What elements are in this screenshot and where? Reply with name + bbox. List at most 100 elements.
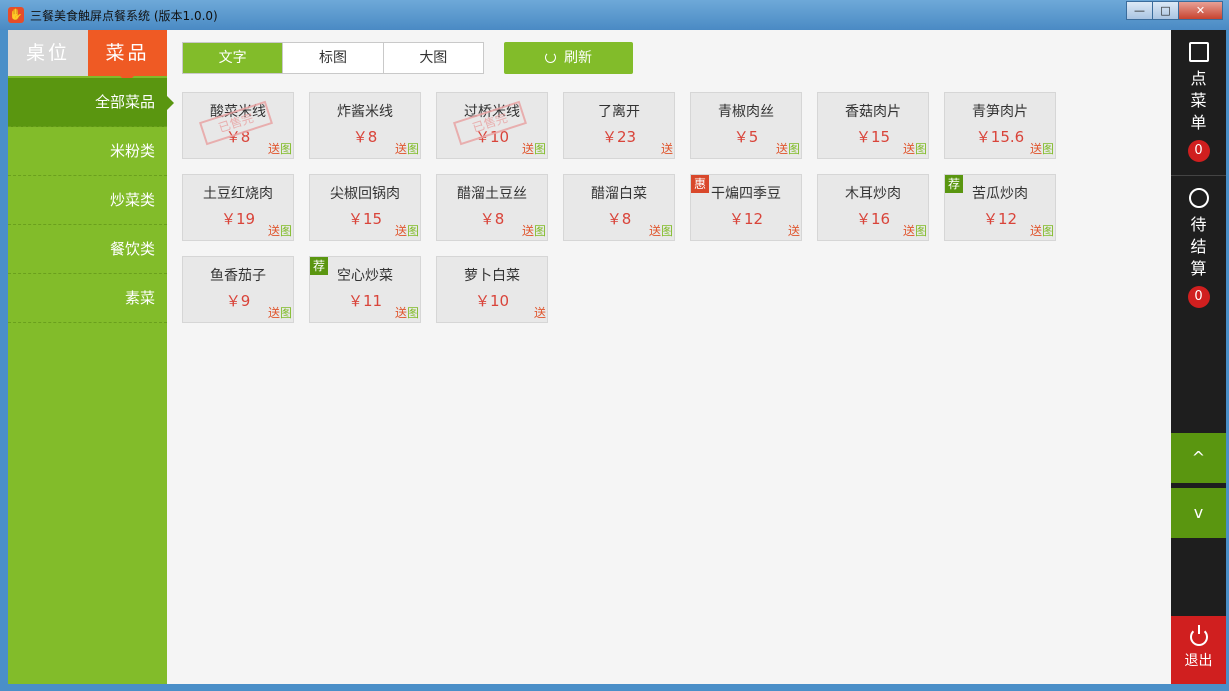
image-tag: 图	[279, 224, 292, 238]
dish-card[interactable]: 青椒肉丝 ￥5 送图	[690, 92, 802, 159]
dish-tags: 送图	[522, 222, 546, 239]
category-all-dishes[interactable]: 全部菜品	[8, 78, 174, 127]
edit-icon	[1188, 42, 1209, 62]
dish-tags: 送图	[903, 140, 927, 157]
scroll-down-button[interactable]: v	[1171, 488, 1226, 538]
scroll-up-button[interactable]: ^	[1171, 433, 1226, 483]
dish-card[interactable]: 尖椒回锅肉 ￥15 送图	[309, 174, 421, 241]
dish-card[interactable]: 荐空心炒菜 ￥11 送图	[309, 256, 421, 323]
dish-tags: 送图	[268, 222, 292, 239]
dish-tags: 送	[534, 304, 546, 321]
exit-label: 退出	[1184, 653, 1213, 669]
dish-name: 干煸四季豆	[711, 186, 781, 202]
dish-card[interactable]: 惠干煸四季豆 ￥12 送	[690, 174, 802, 241]
view-tab-large-image[interactable]: 大图	[384, 43, 483, 73]
dish-price: ￥23	[601, 128, 637, 146]
dish-tags: 送图	[1030, 222, 1054, 239]
dish-tags: 送图	[1030, 140, 1054, 157]
delivery-tag: 送	[533, 306, 546, 320]
dish-name: 苦瓜炒肉	[972, 186, 1028, 202]
dish-name: 青笋肉片	[972, 104, 1028, 120]
money-bag-icon	[1188, 188, 1209, 208]
pending-label: 待结算	[1190, 215, 1207, 278]
delivery-tag: 送	[902, 142, 915, 156]
dish-card[interactable]: 木耳炒肉 ￥16 送图	[817, 174, 929, 241]
category-stir-fry[interactable]: 炒菜类	[8, 176, 167, 225]
order-count-badge: 0	[1187, 140, 1210, 162]
dish-tags: 送图	[522, 140, 546, 157]
left-sidebar: 桌位 菜品 全部菜品 米粉类 炒菜类 餐饮类 素菜	[8, 30, 174, 684]
delivery-tag: 送	[648, 224, 661, 238]
category-rice-noodles[interactable]: 米粉类	[8, 127, 167, 176]
delivery-tag: 送	[267, 142, 280, 156]
image-tag: 图	[914, 142, 927, 156]
dish-name: 土豆红烧肉	[203, 186, 273, 202]
dish-price: ￥12	[728, 210, 764, 228]
image-tag: 图	[533, 142, 546, 156]
image-tag: 图	[406, 142, 419, 156]
dish-card[interactable]: 萝卜白菜 ￥10 送	[436, 256, 548, 323]
image-tag: 图	[914, 224, 927, 238]
category-meals[interactable]: 餐饮类	[8, 225, 167, 274]
image-tag: 图	[1041, 224, 1054, 238]
dish-tags: 送图	[268, 304, 292, 321]
dish-name: 青椒肉丝	[718, 104, 774, 120]
delivery-tag: 送	[394, 224, 407, 238]
dish-price: ￥10	[474, 292, 510, 310]
dish-card[interactable]: 酸菜米线 ￥8 已售完 送图	[182, 92, 294, 159]
right-divider	[1171, 175, 1226, 176]
delivery-tag: 送	[787, 224, 800, 238]
dish-card[interactable]: 醋溜土豆丝 ￥8 送图	[436, 174, 548, 241]
order-list-label: 点菜单	[1190, 69, 1207, 132]
dish-name: 炸酱米线	[337, 104, 393, 120]
pending-settlement-button[interactable]: 待结算 0	[1171, 188, 1226, 308]
dish-tags: 送图	[649, 222, 673, 239]
maximize-button[interactable]: □	[1152, 1, 1179, 20]
image-tag: 图	[660, 224, 673, 238]
delivery-tag: 送	[521, 142, 534, 156]
dish-card[interactable]: 了离开 ￥23 送	[563, 92, 675, 159]
view-mode-tabs: 文字 标图 大图	[182, 42, 484, 74]
dish-tags: 送图	[395, 304, 419, 321]
refresh-icon	[545, 52, 556, 63]
dish-name: 醋溜土豆丝	[457, 186, 527, 202]
dish-name: 尖椒回锅肉	[330, 186, 400, 202]
order-list-button[interactable]: 点菜单 0	[1171, 42, 1226, 162]
dish-tags: 送图	[395, 222, 419, 239]
dish-card[interactable]: 土豆红烧肉 ￥19 送图	[182, 174, 294, 241]
image-tag: 图	[279, 306, 292, 320]
minimize-button[interactable]: —	[1126, 1, 1153, 20]
pending-count-badge: 0	[1187, 286, 1210, 308]
dish-tags: 送图	[268, 140, 292, 157]
refresh-button[interactable]: 刷新	[504, 42, 633, 74]
dish-tags: 送图	[776, 140, 800, 157]
dish-name: 萝卜白菜	[464, 268, 520, 284]
delivery-tag: 送	[267, 306, 280, 320]
delivery-tag: 送	[1029, 142, 1042, 156]
image-tag: 图	[406, 224, 419, 238]
tab-dishes[interactable]: 菜品	[88, 30, 167, 83]
power-icon	[1189, 625, 1208, 646]
dish-card[interactable]: 青笋肉片 ￥15.6 送图	[944, 92, 1056, 159]
title-bar: ✋ 三餐美食触屏点餐系统 (版本1.0.0) — □ ✕	[0, 0, 1229, 30]
dish-name: 了离开	[598, 104, 640, 120]
delivery-tag: 送	[1029, 224, 1042, 238]
close-button[interactable]: ✕	[1178, 1, 1223, 20]
dish-card[interactable]: 鱼香茄子 ￥9 送图	[182, 256, 294, 323]
window-title: 三餐美食触屏点餐系统 (版本1.0.0)	[30, 9, 218, 23]
dish-card[interactable]: 炸酱米线 ￥8 送图	[309, 92, 421, 159]
dish-card[interactable]: 荐苦瓜炒肉 ￥12 送图	[944, 174, 1056, 241]
view-tab-text[interactable]: 文字	[183, 43, 284, 73]
dish-tags: 送	[788, 222, 800, 239]
category-vegetables[interactable]: 素菜	[8, 274, 167, 323]
dish-card[interactable]: 过桥米线 ￥10 已售完 送图	[436, 92, 548, 159]
tab-tables[interactable]: 桌位	[8, 30, 88, 76]
dish-card[interactable]: 醋溜白菜 ￥8 送图	[563, 174, 675, 241]
dish-name: 木耳炒肉	[845, 186, 901, 202]
view-tab-thumbnail[interactable]: 标图	[283, 43, 384, 73]
exit-button[interactable]: 退出	[1171, 616, 1226, 684]
dish-card[interactable]: 香菇肉片 ￥15 送图	[817, 92, 929, 159]
delivery-tag: 送	[267, 224, 280, 238]
image-tag: 图	[787, 142, 800, 156]
dish-name: 醋溜白菜	[591, 186, 647, 202]
